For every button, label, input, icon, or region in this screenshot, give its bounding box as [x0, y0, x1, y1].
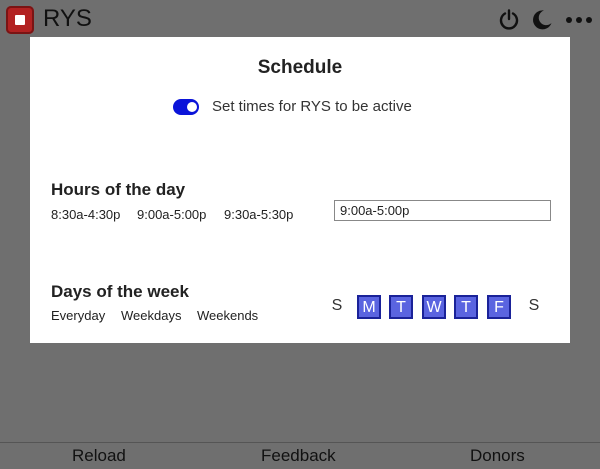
- hours-preset-3[interactable]: 9:30a-5:30p: [224, 207, 293, 222]
- app-title: RYS: [43, 5, 92, 32]
- active-schedule-toggle[interactable]: [173, 99, 199, 115]
- hours-section-title: Hours of the day: [51, 180, 186, 199]
- feedback-link[interactable]: Feedback: [261, 446, 336, 466]
- day-toggle-saturday[interactable]: S: [522, 295, 546, 319]
- hours-preset-1[interactable]: 8:30a-4:30p: [51, 207, 120, 222]
- hours-preset-2[interactable]: 9:00a-5:00p: [137, 207, 206, 222]
- app-header: RYS: [0, 0, 600, 40]
- day-toggle-wednesday[interactable]: W: [422, 295, 446, 319]
- modal-title: Schedule: [257, 57, 343, 78]
- days-preset-weekdays[interactable]: Weekdays: [121, 308, 181, 323]
- power-icon[interactable]: [497, 8, 521, 32]
- day-toggle-tuesday[interactable]: T: [389, 295, 413, 319]
- reload-link[interactable]: Reload: [72, 446, 126, 466]
- day-toggle-thursday[interactable]: T: [454, 295, 478, 319]
- schedule-modal: Schedule Set times for RYS to be active …: [30, 37, 570, 343]
- hours-input[interactable]: [334, 200, 551, 221]
- donors-link[interactable]: Donors: [470, 446, 525, 466]
- days-preset-weekends[interactable]: Weekends: [197, 308, 258, 323]
- days-preset-everyday[interactable]: Everyday: [51, 308, 105, 323]
- day-toggle-monday[interactable]: M: [357, 295, 381, 319]
- moon-icon[interactable]: [530, 8, 554, 32]
- footer-divider: [0, 442, 600, 443]
- toggle-label: Set times for RYS to be active: [212, 98, 412, 115]
- rys-logo-icon: [6, 6, 34, 34]
- more-icon[interactable]: [565, 8, 593, 32]
- days-section-title: Days of the week: [51, 282, 189, 301]
- day-toggle-friday[interactable]: F: [487, 295, 511, 319]
- day-toggle-sunday[interactable]: S: [325, 295, 349, 319]
